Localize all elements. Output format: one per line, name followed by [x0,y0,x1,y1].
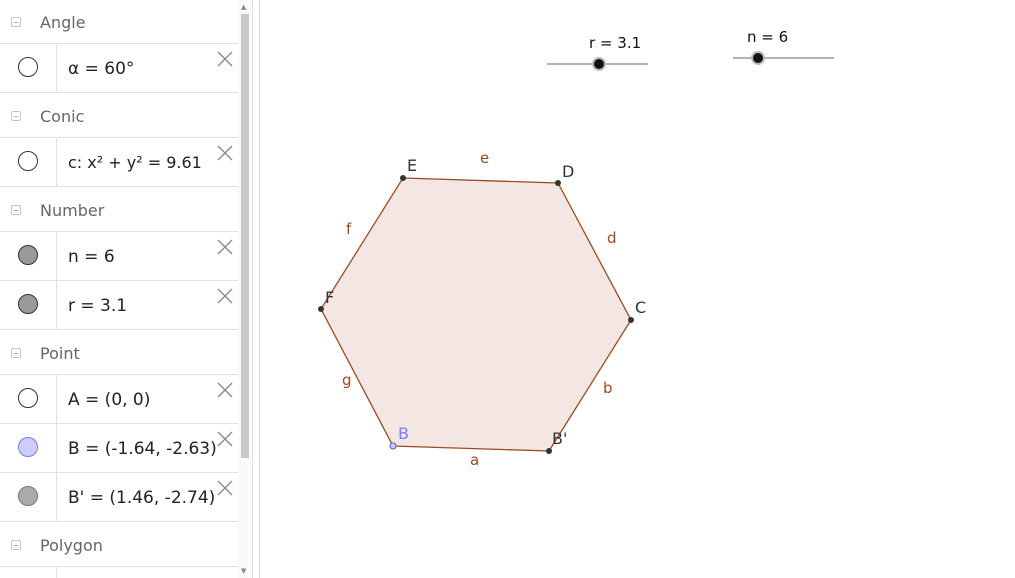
polygon-fill[interactable] [320,177,632,452]
edge-label-b[interactable]: b [603,379,613,397]
edge-label-d[interactable]: d [607,229,617,247]
collapse-icon[interactable] [11,540,21,550]
marble-cell [0,567,57,578]
algebra-item-a[interactable]: A = (0, 0) [0,375,238,424]
algebra-item-text[interactable]: A = (0, 0) [68,390,150,410]
algebra-view: Angle α = 60° Conic c: x² + y² = 9.61 Nu… [0,0,238,578]
point-f[interactable] [318,306,324,312]
scroll-up-icon[interactable]: ▲ [241,3,246,11]
vertex-label-e[interactable]: E [407,156,417,175]
group-header-conic[interactable]: Conic [0,94,238,138]
delete-icon[interactable] [216,50,234,68]
group-title: Polygon [40,536,103,555]
visibility-toggle-icon[interactable] [18,486,38,506]
collapse-icon[interactable] [11,17,21,27]
edge-label-e[interactable]: e [480,149,489,167]
algebra-item-polygon[interactable] [0,567,238,578]
group-title: Point [40,344,80,363]
collapse-icon[interactable] [11,205,21,215]
view-divider[interactable] [252,0,260,578]
group-header-point[interactable]: Point [0,331,238,375]
collapse-icon[interactable] [11,111,21,121]
group-header-number[interactable]: Number [0,188,238,232]
edge-label-g[interactable]: g [342,371,352,389]
algebra-item-alpha[interactable]: α = 60° [0,44,238,93]
marble-cell [0,424,57,472]
marble-cell [0,44,57,92]
slider-r[interactable]: r = 3.1 [547,34,648,71]
slider-label: r = 3.1 [589,34,641,52]
visibility-toggle-icon[interactable] [18,388,38,408]
delete-icon[interactable] [216,381,234,399]
group-header-angle[interactable]: Angle [0,0,238,44]
algebra-item-r[interactable]: r = 3.1 [0,281,238,330]
scroll-down-icon[interactable]: ▼ [241,567,246,575]
group-title: Number [40,201,105,220]
point-b[interactable] [389,442,397,450]
vertex-label-b[interactable]: B [398,424,409,443]
group-title: Conic [40,107,85,126]
hexagon-polygon[interactable] [320,177,632,452]
slider-n[interactable]: n = 6 [733,28,834,65]
point-e[interactable] [400,175,406,181]
visibility-toggle-icon[interactable] [18,151,38,171]
algebra-item-n[interactable]: n = 6 [0,232,238,281]
algebra-item-text[interactable]: n = 6 [68,247,115,267]
visibility-toggle-icon[interactable] [18,57,38,77]
algebra-item-text[interactable]: c: x² + y² = 9.61 [68,153,202,172]
graphics-view[interactable]: r = 3.1 n = 6 b d e f g a B' C D E F B [260,0,1015,578]
marble-cell [0,375,57,423]
algebra-scrollbar[interactable]: ▲ ▼ [238,0,252,578]
visibility-toggle-icon[interactable] [18,437,38,457]
point-c[interactable] [628,317,634,323]
algebra-item-text[interactable]: B' = (1.46, -2.74) [68,488,215,508]
algebra-item-text[interactable]: B = (-1.64, -2.63) [68,439,217,459]
delete-icon[interactable] [216,479,234,497]
collapse-icon[interactable] [11,348,21,358]
edge-label-a[interactable]: a [470,451,479,469]
group-header-polygon[interactable]: Polygon [0,523,238,567]
slider-handle[interactable] [594,59,604,69]
point-b-prime[interactable] [546,448,552,454]
algebra-item-b[interactable]: B = (-1.64, -2.63) [0,424,238,473]
visibility-toggle-icon[interactable] [18,294,38,314]
vertex-label-b-prime[interactable]: B' [552,429,567,448]
delete-icon[interactable] [216,144,234,162]
algebra-item-b-prime[interactable]: B' = (1.46, -2.74) [0,473,238,522]
marble-cell [0,232,57,280]
visibility-toggle-icon[interactable] [18,245,38,265]
marble-cell [0,138,57,186]
slider-handle[interactable] [753,53,763,63]
vertex-label-f[interactable]: F [325,288,334,307]
delete-icon[interactable] [216,287,234,305]
point-d[interactable] [555,180,561,186]
vertex-label-d[interactable]: D [562,162,574,181]
algebra-item-c[interactable]: c: x² + y² = 9.61 [0,138,238,187]
delete-icon[interactable] [216,430,234,448]
algebra-item-text[interactable]: r = 3.1 [68,296,127,316]
group-title: Angle [40,13,86,32]
vertex-label-c[interactable]: C [635,298,646,317]
marble-cell [0,281,57,329]
marble-cell [0,473,57,521]
slider-label: n = 6 [747,28,788,46]
algebra-item-text[interactable]: α = 60° [68,59,134,79]
scrollbar-thumb[interactable] [241,14,249,458]
delete-icon[interactable] [216,238,234,256]
edge-label-f[interactable]: f [346,220,352,238]
